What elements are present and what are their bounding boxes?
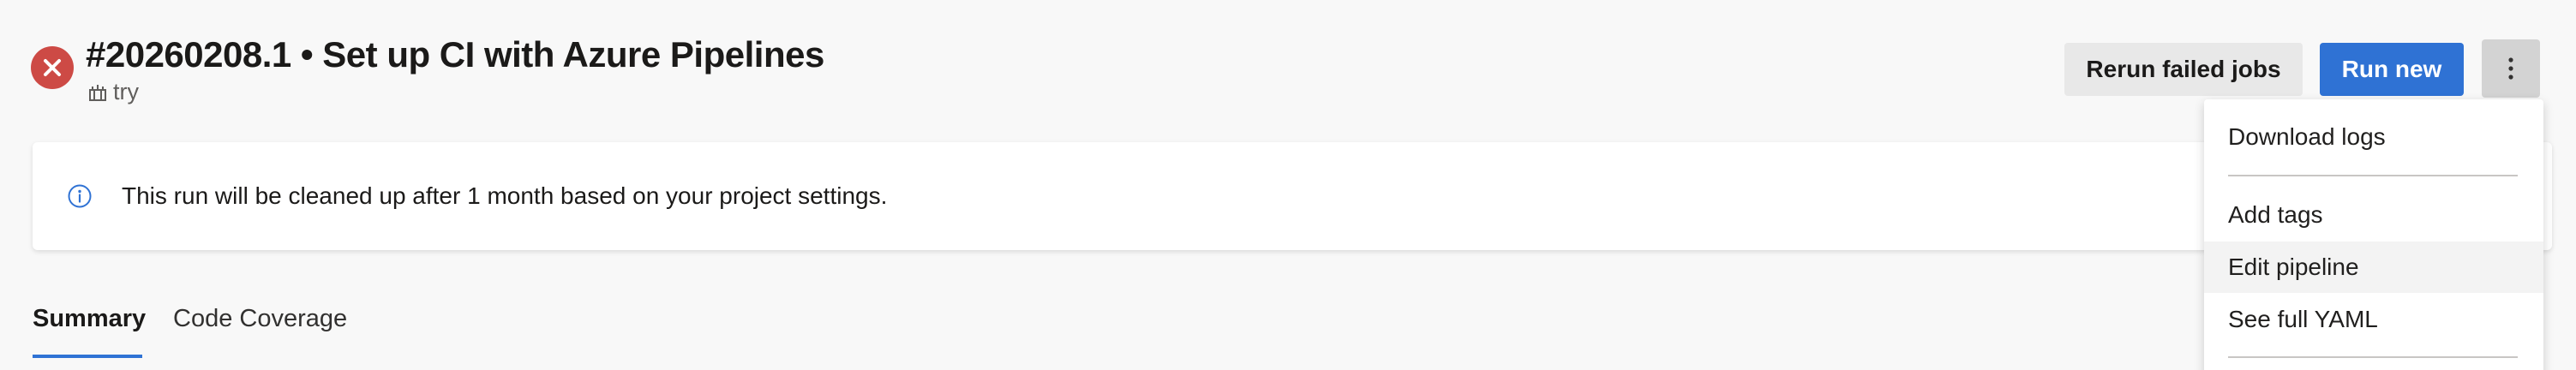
repo-icon [89,84,106,101]
more-actions-button[interactable] [2482,39,2540,98]
retention-info-banner: This run will be cleaned up after 1 mont… [33,142,2552,250]
run-title: #20260208.1 • Set up CI with Azure Pipel… [86,34,824,75]
banner-message: This run will be cleaned up after 1 mont… [122,182,888,209]
selected-tab-indicator [33,355,142,358]
menu-item-add-tags[interactable]: Add tags [2204,189,2543,241]
menu-item-download-logs[interactable]: Download logs [2204,111,2543,163]
close-x-icon [44,59,61,76]
menu-item-edit-pipeline[interactable]: Edit pipeline [2204,242,2543,293]
rerun-failed-jobs-button[interactable]: Rerun failed jobs [2064,43,2303,96]
info-icon [68,184,92,208]
tab-code-coverage[interactable]: Code Coverage [173,305,347,333]
run-new-button[interactable]: Run new [2320,43,2464,96]
more-actions-menu: Download logs Add tags Edit pipeline See… [2204,99,2543,370]
branch-name: try [113,79,139,104]
tab-summary[interactable]: Summary [33,305,146,333]
failed-status-icon [31,46,74,89]
more-vertical-icon [2508,57,2513,80]
branch-info[interactable]: try [87,79,139,105]
menu-item-see-full-yaml[interactable]: See full YAML [2204,294,2543,345]
menu-divider [2228,356,2518,358]
pipeline-run-page: #20260208.1 • Set up CI with Azure Pipel… [0,0,2576,370]
menu-divider [2228,175,2518,176]
